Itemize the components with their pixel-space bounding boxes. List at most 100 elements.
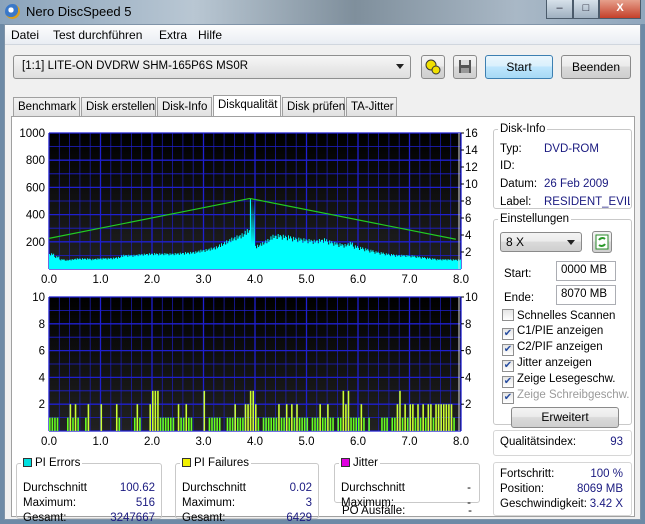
pif-bar [56, 417, 59, 431]
end-input[interactable]: 8070 MB [556, 285, 616, 305]
checkbox-0[interactable]: Schnelles Scannen [502, 309, 615, 322]
tab-ta-jitter[interactable]: TA-Jitter [346, 97, 397, 117]
checkbox-3[interactable]: ✔ Jitter anzeigen [502, 357, 592, 372]
pif-bar [339, 417, 342, 431]
quality-index-value: 93 [610, 436, 623, 448]
speed-select[interactable]: 8 X [500, 232, 582, 252]
title-bar[interactable]: Nero DiscSpeed 5 – □ X [0, 0, 645, 24]
x-tick-label: 6.0 [350, 274, 366, 286]
pi-failures-total: 6429 [286, 512, 312, 524]
close-button[interactable]: X [599, 0, 641, 19]
x-tick-label: 0.0 [41, 274, 57, 286]
pif-bar [180, 417, 182, 431]
refresh-speed-button[interactable] [592, 231, 612, 253]
y-tick-label: 6 [39, 346, 45, 358]
pif-bar [149, 404, 151, 431]
pif-bar [288, 417, 291, 431]
y2-tick-label: 6 [465, 213, 471, 225]
pif-bar [218, 417, 221, 431]
save-button[interactable] [453, 55, 477, 79]
pif-bar [303, 417, 306, 431]
pif-bar [249, 390, 252, 431]
disk-quality-panel: 1000 800 600 400 200 16 14 12 10 8 6 4 2 0.0 1.0 2.0 3.0… [11, 116, 635, 524]
pi-errors-max: 516 [135, 497, 155, 509]
y-tick-label: 8 [39, 319, 45, 331]
maximize-button[interactable]: □ [573, 0, 599, 19]
checkbox-2[interactable]: ✔ C2/PIF anzeigen [502, 341, 603, 356]
pif-bar [216, 417, 218, 431]
x-tick-label: 8.0 [453, 274, 469, 286]
y-tick-label: 200 [26, 237, 45, 249]
checkbox-4[interactable]: ✔ Zeige Lesegeschw. [502, 373, 615, 388]
menu-extra[interactable]: Extra [159, 28, 187, 42]
pif-bar [381, 417, 383, 431]
advanced-button[interactable]: Erweitert [511, 407, 619, 428]
checkbox-1[interactable]: ✔ C1/PIE anzeigen [502, 325, 603, 340]
pif-bar [154, 390, 157, 431]
checkmark-icon: ✔ [502, 344, 514, 356]
pif-bar [332, 417, 334, 431]
pif-bar [239, 417, 242, 431]
y-tick-label: 10 [32, 292, 45, 304]
pif-bar [432, 417, 435, 431]
tab-benchmark[interactable]: Benchmark [13, 97, 80, 117]
pif-bar [347, 390, 350, 431]
chevron-down-icon [396, 64, 404, 69]
y-tick-label: 400 [26, 210, 45, 222]
x-tick-label: 7.0 [402, 436, 418, 448]
pif-bar [87, 404, 90, 431]
checkbox-label: C1/PIE anzeigen [517, 325, 604, 337]
checkbox-label: Schnelles Scannen [517, 310, 616, 322]
pif-bar [327, 404, 329, 431]
pif-bar [337, 417, 339, 431]
pif-bar [399, 390, 401, 431]
chart-svg: 10 8 6 4 2 10 8 6 4 2 0.0 1.0 2.0 3.0 4.0 5.0 6.0 7.0 8.0 [32, 292, 478, 448]
pif-bar [77, 417, 79, 431]
pif-bar [414, 417, 417, 431]
minimize-button[interactable]: – [546, 0, 573, 19]
checkbox-label: C2/PIF anzeigen [517, 341, 603, 353]
pif-bar [324, 417, 327, 431]
tab-disk-pruefen[interactable]: Disk prüfen [282, 97, 345, 117]
start-input[interactable]: 0000 MB [556, 261, 616, 281]
speed-label: Geschwindigkeit: [500, 498, 587, 510]
y2-tick-label: 14 [465, 145, 478, 157]
drive-select[interactable]: [1:1] LITE-ON DVDRW SHM-165P6S MS0R [13, 55, 411, 79]
pif-bar [321, 417, 324, 431]
pif-bar [316, 417, 319, 431]
pif-bar [236, 417, 239, 431]
menu-datei[interactable]: Datei [11, 28, 39, 42]
checkbox-icon [502, 309, 514, 321]
pif-bar [401, 417, 404, 431]
drive-select-value: [1:1] LITE-ON DVDRW SHM-165P6S MS0R [22, 60, 249, 72]
pif-bar [453, 417, 455, 431]
tab-diskqualitaet[interactable]: Diskqualität [213, 95, 281, 118]
pif-bar [450, 404, 453, 431]
chart-svg: 1000 800 600 400 200 16 14 12 10 8 6 4 2 0.0 1.0 2.0 3.0… [19, 128, 478, 286]
pif-bar [136, 404, 139, 431]
pif-bar [244, 404, 247, 431]
x-tick-label: 5.0 [299, 274, 315, 286]
menu-hilfe[interactable]: Hilfe [198, 28, 222, 42]
pif-bar [49, 417, 51, 431]
pi-errors-avg-label: Durchschnitt [23, 482, 87, 494]
pif-bar [185, 404, 188, 431]
pif-bar [51, 417, 54, 431]
pif-bar [291, 404, 293, 431]
tab-disk-info[interactable]: Disk-Info [157, 97, 212, 117]
exit-button[interactable]: Beenden [561, 55, 631, 79]
settings-title: Einstellungen [500, 213, 570, 225]
pi-errors-total-label: Gesamt: [23, 512, 67, 524]
tab-disk-erstellen[interactable]: Disk erstellen [81, 97, 156, 117]
menu-test[interactable]: Test durchführen [53, 28, 142, 42]
pif-bar [208, 417, 211, 431]
menu-bar: Datei Test durchführen Extra Hilfe [5, 25, 640, 45]
y2-tick-label: 10 [465, 292, 478, 304]
pi-errors-avg: 100.62 [119, 482, 155, 494]
drive-info-button[interactable] [421, 55, 445, 79]
pi-failures-group: PI Failures Durchschnitt 0.02 Maximum: 3… [175, 457, 319, 524]
pif-bar [139, 417, 141, 431]
start-button[interactable]: Start [485, 55, 553, 79]
jitter-swatch [341, 458, 350, 467]
pif-bar [363, 417, 365, 431]
